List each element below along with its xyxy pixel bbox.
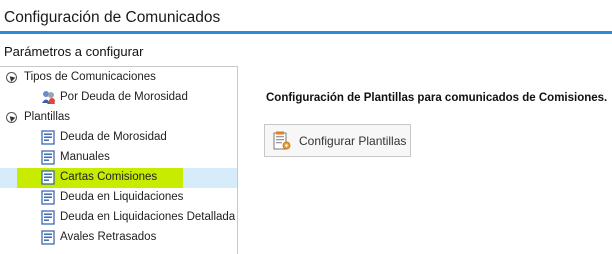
tree-item-por-deuda-morosidad[interactable]: Por Deuda de Morosidad <box>0 88 237 108</box>
tree-item-avales-retrasados[interactable]: Avales Retrasados <box>0 228 237 248</box>
collapse-arrow-icon[interactable] <box>6 112 17 123</box>
window-title-bar: Configuración de Comunicados <box>0 0 612 34</box>
template-document-icon <box>41 130 55 145</box>
tree-group-label: Tipos de Comunicaciones <box>24 71 156 83</box>
tree-item-deuda-liquidaciones-detallada[interactable]: Deuda en Liquidaciones Detallada <box>0 208 237 228</box>
parameters-section-label: Parámetros a configurar <box>4 44 144 59</box>
template-document-icon <box>41 170 55 185</box>
tree-item-label: Cartas Comisiones <box>60 171 158 183</box>
template-document-icon <box>41 230 55 245</box>
tree-item-label: Deuda de Morosidad <box>60 131 167 143</box>
template-document-icon <box>41 150 55 165</box>
template-document-icon <box>41 210 55 225</box>
tree-item-label: Avales Retrasados <box>60 231 157 243</box>
template-document-icon <box>41 190 55 205</box>
tree-item-label: Deuda en Liquidaciones Detallada <box>60 211 236 223</box>
tree-group-plantillas[interactable]: Plantillas <box>0 108 237 128</box>
tree-item-label: Por Deuda de Morosidad <box>60 91 188 103</box>
debt-users-icon <box>42 91 55 104</box>
window-title: Configuración de Comunicados <box>4 9 221 26</box>
tree-item-manuales[interactable]: Manuales <box>0 148 237 168</box>
tree-item-deuda-liquidaciones[interactable]: Deuda en Liquidaciones <box>0 188 237 208</box>
collapse-arrow-icon[interactable] <box>6 72 17 83</box>
templates-config-heading: Configuración de Plantillas para comunic… <box>266 92 608 104</box>
configure-templates-icon <box>273 131 291 150</box>
tree-group-label: Plantillas <box>24 111 71 123</box>
tree-item-cartas-comisiones[interactable]: Cartas Comisiones <box>0 168 237 188</box>
parameters-tree[interactable]: Tipos de Comunicaciones Por Deuda de Mor… <box>0 66 238 254</box>
configure-templates-button[interactable]: Configurar Plantillas <box>264 124 411 157</box>
tree-item-label: Manuales <box>60 151 110 163</box>
configure-templates-button-label: Configurar Plantillas <box>299 134 407 148</box>
tree-item-label: Deuda en Liquidaciones <box>60 191 184 203</box>
tree-group-tipos-comunicaciones[interactable]: Tipos de Comunicaciones <box>0 68 237 88</box>
tree-item-deuda-morosidad[interactable]: Deuda de Morosidad <box>0 128 237 148</box>
